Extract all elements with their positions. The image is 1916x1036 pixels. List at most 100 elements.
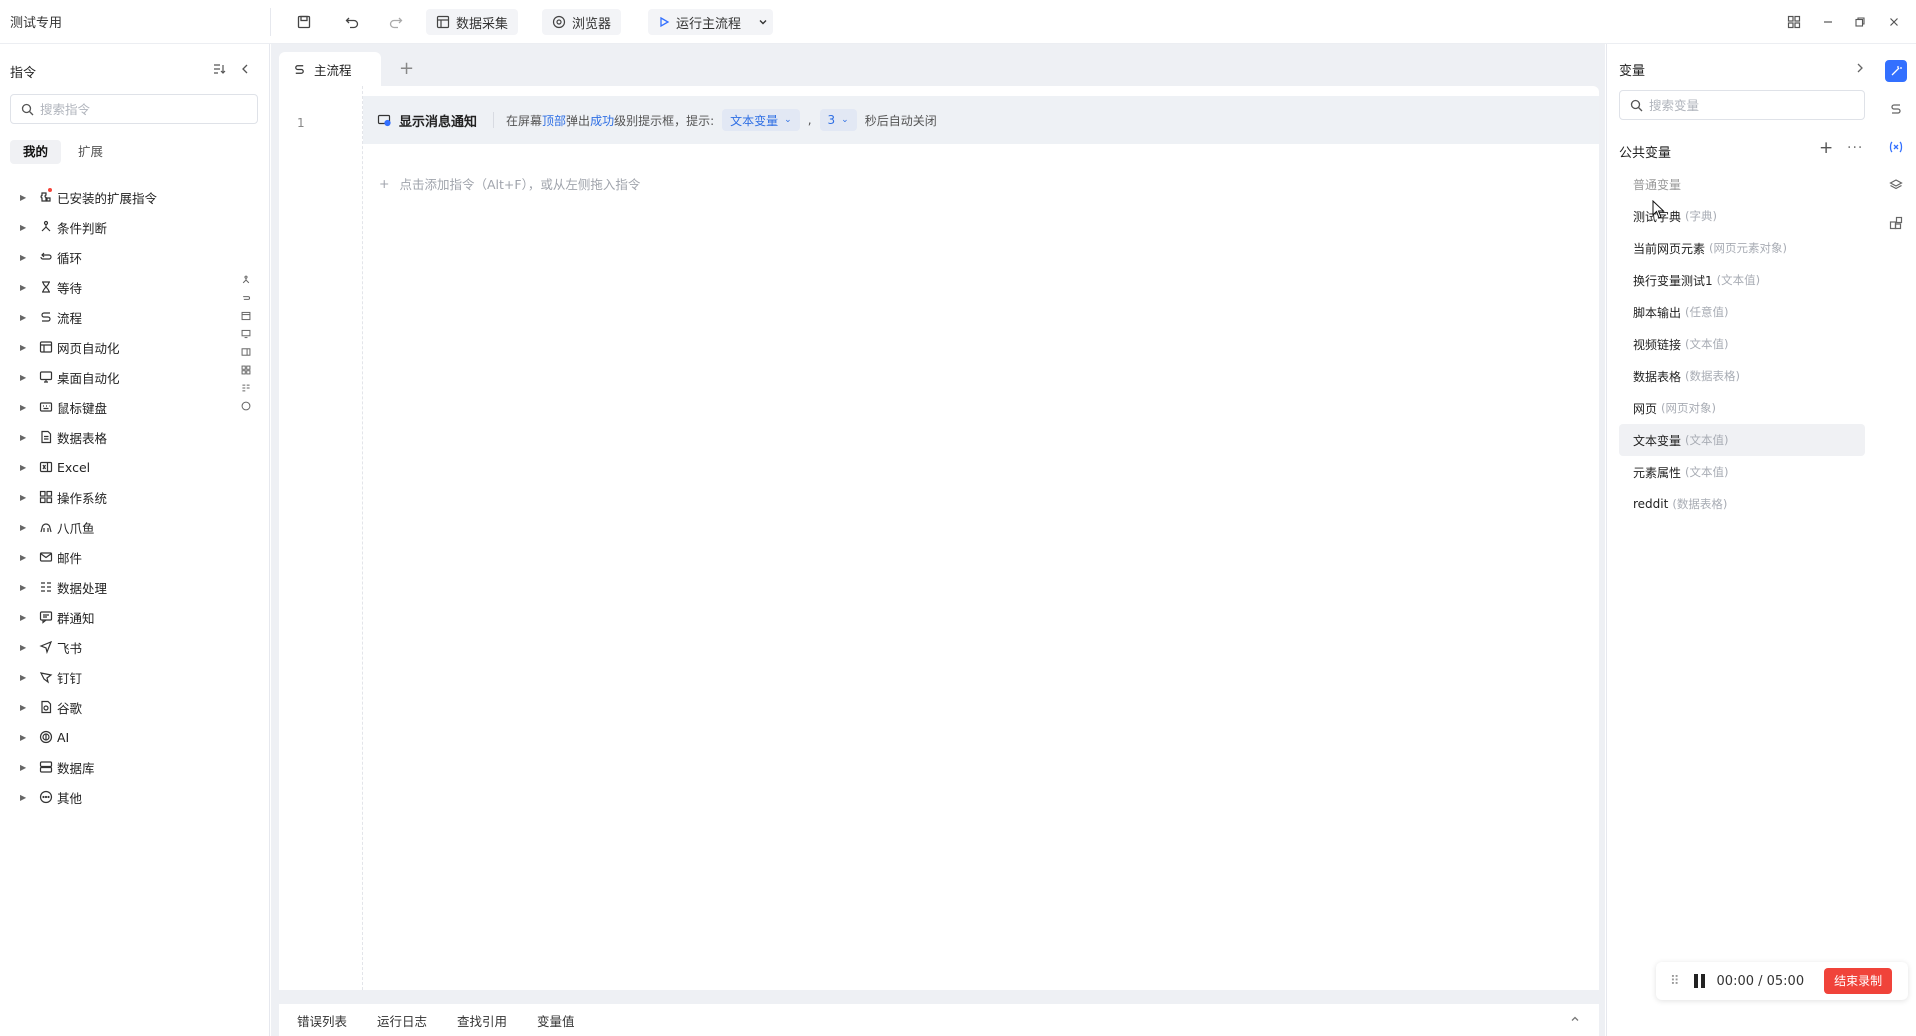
variable-search-input[interactable] <box>1649 97 1849 113</box>
tab-find-references[interactable]: 查找引用 <box>457 1011 507 1030</box>
excel-icon <box>38 459 54 475</box>
more-options-icon[interactable]: ··· <box>1847 140 1863 156</box>
chevron-down-icon: ⌄ <box>841 115 849 125</box>
loop-icon[interactable] <box>239 290 253 306</box>
stop-recording-button[interactable]: 结束录制 <box>1824 968 1893 994</box>
cmd-wait[interactable]: ▶ 等待 <box>0 272 270 302</box>
browser-button[interactable]: 浏览器 <box>542 9 622 35</box>
tab-variable-values[interactable]: 变量值 <box>537 1011 575 1030</box>
command-search-input[interactable] <box>40 101 240 117</box>
variable-search-box[interactable] <box>1619 90 1865 120</box>
cmd-feishu[interactable]: ▶ 飞书 <box>0 632 270 662</box>
cmd-os[interactable]: ▶ 操作系统 <box>0 482 270 512</box>
tab-mine[interactable]: 我的 <box>10 140 62 164</box>
flow-icon[interactable] <box>1885 98 1907 120</box>
cmd-database[interactable]: ▶ 数据库 <box>0 752 270 782</box>
variable-item[interactable]: 元素属性 (文本值) <box>1619 456 1865 488</box>
cmd-octopus[interactable]: ▶ 八爪鱼 <box>0 512 270 542</box>
cmd-other[interactable]: ▶ 其他 <box>0 782 270 812</box>
chevron-right-icon[interactable] <box>1855 62 1865 78</box>
tab-main-flow[interactable]: 主流程 <box>279 52 381 86</box>
cmd-data-table[interactable]: ▶ 数据表格 <box>0 422 270 452</box>
command-row[interactable]: 显示消息通知 在屏幕 顶部 弹出 成功 级别提示框，提示: 文本变量 ⌄ , 3… <box>363 96 1599 144</box>
branch-icon <box>38 219 54 235</box>
command-tabs: 我的 扩展 <box>10 140 116 164</box>
minimize-icon[interactable] <box>1818 12 1838 32</box>
browser-label: 浏览器 <box>572 16 612 32</box>
os-icon[interactable] <box>239 362 253 378</box>
tab-extensions[interactable]: 扩展 <box>65 140 116 164</box>
add-command-hint[interactable]: + 点击添加指令（Alt+F），或从左侧拖入指令 <box>379 174 640 193</box>
variable-icon[interactable] <box>1885 136 1907 158</box>
sort-icon[interactable] <box>212 62 226 80</box>
chevron-up-icon[interactable] <box>1569 1013 1581 1028</box>
bottom-panel-tabs: 错误列表 运行日志 查找引用 变量值 <box>279 1004 1599 1036</box>
add-variable-button[interactable]: + <box>1819 138 1833 158</box>
cmd-excel[interactable]: ▶ Excel <box>0 452 270 482</box>
cmd-mouse-keyboard[interactable]: ▶ 鼠标键盘 <box>0 392 270 422</box>
variable-item[interactable]: 文本变量 (文本值) <box>1619 424 1865 456</box>
variable-item[interactable]: 普通变量 <box>1619 168 1865 200</box>
cmd-label: 网页自动化 <box>57 340 120 356</box>
recording-widget: ⠿ 00:00 / 05:00 结束录制 <box>1656 962 1908 1000</box>
cmd-group-notify[interactable]: ▶ 群通知 <box>0 602 270 632</box>
cmd-desktop-automation[interactable]: ▶ 桌面自动化 <box>0 362 270 392</box>
undo-icon[interactable] <box>342 12 362 32</box>
command-tree: ▶ 已安装的扩展指令 ▶ 条件判断 ▶ 循环 ▶ 等待 ▶ 流程 ▶ 网页自动化… <box>0 182 270 812</box>
webpage-icon[interactable] <box>239 308 253 324</box>
cmd-google[interactable]: ▶ 谷歌 <box>0 692 270 722</box>
variable-item[interactable]: 脚本输出 (任意值) <box>1619 296 1865 328</box>
restore-icon[interactable] <box>1850 12 1870 32</box>
cmd-flow[interactable]: ▶ 流程 <box>0 302 270 332</box>
variable-item[interactable]: 换行变量测试1 (文本值) <box>1619 264 1865 296</box>
grid-icon[interactable] <box>1784 12 1804 32</box>
cmd-dingtalk[interactable]: ▶ 钉钉 <box>0 662 270 692</box>
magic-edit-icon[interactable] <box>1885 60 1907 82</box>
quick-nav-strip <box>236 268 256 418</box>
drag-handle-icon[interactable]: ⠿ <box>1670 974 1680 989</box>
components-icon[interactable] <box>1885 212 1907 234</box>
variable-name: 文本变量 <box>1633 433 1682 448</box>
variable-type: (字典) <box>1685 209 1717 223</box>
data-process-icon[interactable] <box>239 380 253 396</box>
flow-icon <box>38 309 54 325</box>
cmd-installed-extensions[interactable]: ▶ 已安装的扩展指令 <box>0 182 270 212</box>
add-tab-button[interactable]: + <box>399 60 414 78</box>
desktop-icon[interactable] <box>239 326 253 342</box>
pause-icon[interactable] <box>1693 974 1705 988</box>
tab-label: 主流程 <box>314 62 352 78</box>
cmd-ai[interactable]: ▶ AI <box>0 722 270 752</box>
cmd-label: 数据表格 <box>57 430 108 446</box>
variable-select[interactable]: 文本变量 ⌄ <box>722 109 800 131</box>
close-icon[interactable] <box>1884 12 1904 32</box>
variable-select-value: 文本变量 <box>730 113 779 128</box>
ai-icon[interactable] <box>239 398 253 414</box>
command-search-box[interactable] <box>10 94 258 124</box>
cmd-mail[interactable]: ▶ 邮件 <box>0 542 270 572</box>
layers-icon[interactable] <box>1885 174 1907 196</box>
variable-item[interactable]: 视频链接 (文本值) <box>1619 328 1865 360</box>
collapse-left-icon[interactable] <box>239 62 251 80</box>
variable-item[interactable]: 网页 (网页对象) <box>1619 392 1865 424</box>
flow-canvas[interactable]: 1 显示消息通知 在屏幕 顶部 弹出 成功 级别提示框，提示: 文本变量 ⌄ ,… <box>279 86 1599 990</box>
chevron-down-icon[interactable] <box>757 16 769 28</box>
tab-run-log[interactable]: 运行日志 <box>377 1011 427 1030</box>
data-collect-button[interactable]: 数据采集 <box>426 9 519 35</box>
run-main-button[interactable]: 运行主流程 <box>648 9 774 35</box>
cmd-data-process[interactable]: ▶ 数据处理 <box>0 572 270 602</box>
cmd-loop[interactable]: ▶ 循环 <box>0 242 270 272</box>
variable-item[interactable]: 数据表格 (数据表格) <box>1619 360 1865 392</box>
variable-item[interactable]: 当前网页元素 (网页元素对象) <box>1619 232 1865 264</box>
data-collect-label: 数据采集 <box>456 16 509 32</box>
redo-icon[interactable] <box>386 12 406 32</box>
save-icon[interactable] <box>294 12 314 32</box>
tab-error-list[interactable]: 错误列表 <box>297 1011 347 1030</box>
variable-item[interactable]: reddit (数据表格) <box>1619 488 1865 520</box>
data-collect-icon <box>436 15 450 29</box>
branch-icon[interactable] <box>239 272 253 288</box>
excel-icon[interactable] <box>239 344 253 360</box>
seconds-select[interactable]: 3 ⌄ <box>819 109 857 131</box>
cmd-condition[interactable]: ▶ 条件判断 <box>0 212 270 242</box>
cmd-web-automation[interactable]: ▶ 网页自动化 <box>0 332 270 362</box>
commands-title: 指令 <box>10 66 37 81</box>
